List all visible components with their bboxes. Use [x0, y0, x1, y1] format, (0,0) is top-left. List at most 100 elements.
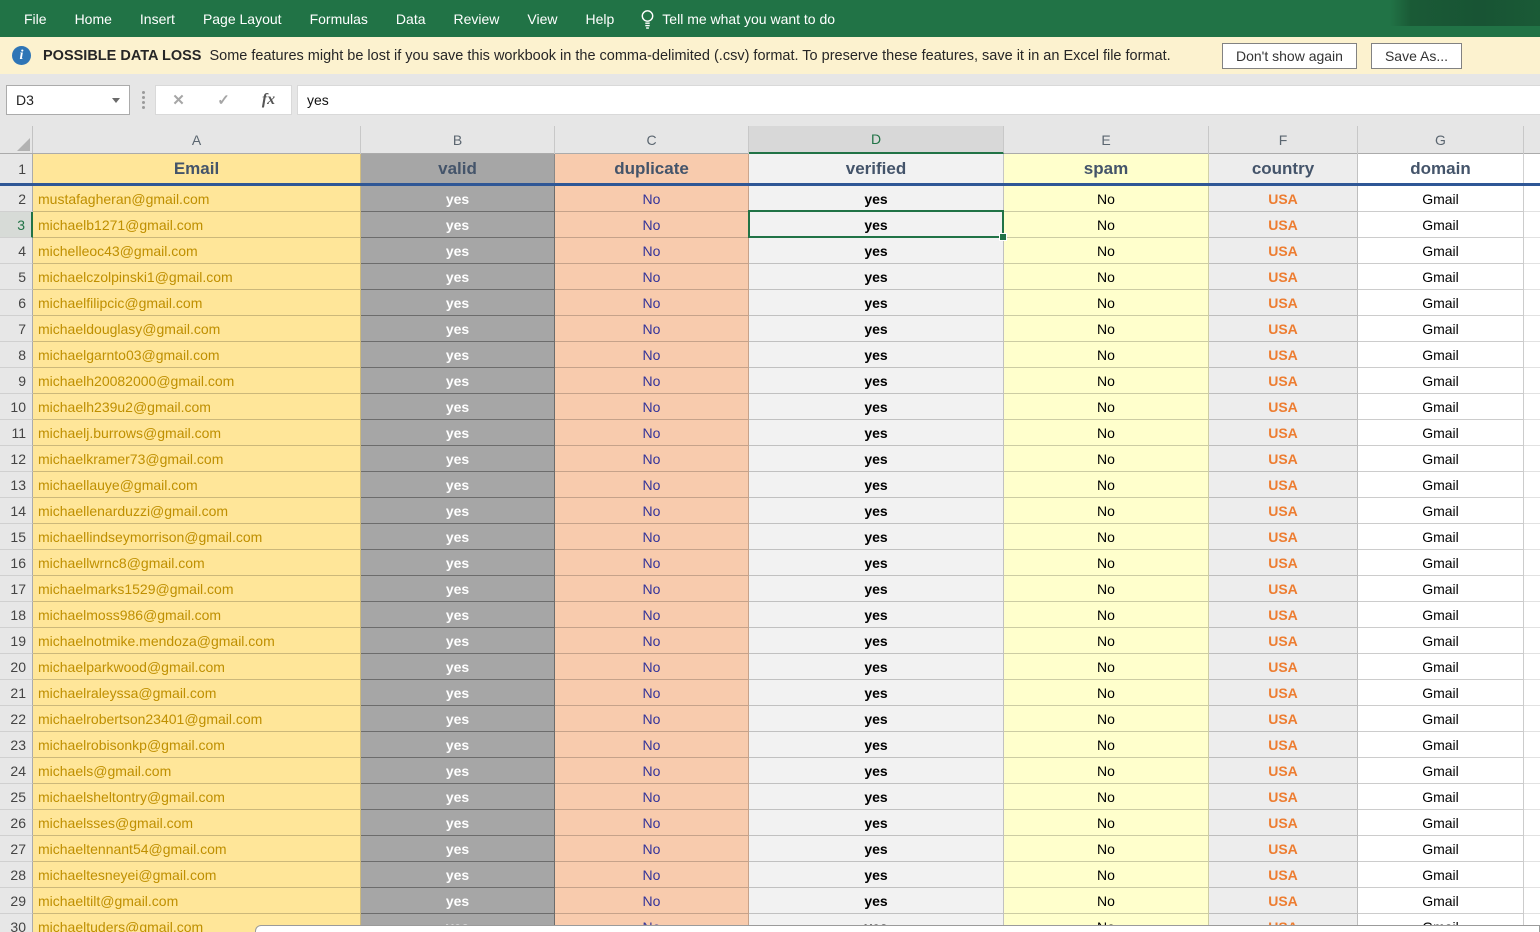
cell-spam[interactable]: No	[1004, 264, 1209, 290]
cell-domain[interactable]: Gmail	[1358, 680, 1524, 706]
cell-duplicate[interactable]: No	[555, 862, 749, 888]
cell-email[interactable]: michaelkramer73@gmail.com	[33, 446, 361, 472]
cell-email[interactable]: michaelrobisonkp@gmail.com	[33, 732, 361, 758]
menu-item-formulas[interactable]: Formulas	[296, 0, 382, 37]
cell-spam[interactable]: No	[1004, 550, 1209, 576]
cell-domain[interactable]: Gmail	[1358, 316, 1524, 342]
cell-spam[interactable]: No	[1004, 810, 1209, 836]
cell-duplicate[interactable]: No	[555, 238, 749, 264]
cell-email[interactable]: michaelh239u2@gmail.com	[33, 394, 361, 420]
cell-email[interactable]: michaeltilt@gmail.com	[33, 888, 361, 914]
menu-item-data[interactable]: Data	[382, 0, 440, 37]
cell-spam[interactable]: No	[1004, 524, 1209, 550]
cell-email[interactable]: michaelgarnto03@gmail.com	[33, 342, 361, 368]
cell-duplicate[interactable]: No	[555, 316, 749, 342]
formula-input[interactable]: yes	[297, 85, 1540, 115]
column-letter-e[interactable]: E	[1004, 126, 1209, 154]
cell-verified[interactable]: yes	[749, 186, 1004, 212]
cell-duplicate[interactable]: No	[555, 472, 749, 498]
cell-country[interactable]: USA	[1209, 524, 1358, 550]
cell-spam[interactable]: No	[1004, 446, 1209, 472]
header-cell-country[interactable]: country	[1209, 154, 1358, 183]
row-number[interactable]: 20	[0, 654, 33, 680]
insert-function-icon[interactable]: fx	[246, 91, 291, 109]
row-number[interactable]: 9	[0, 368, 33, 394]
cell-email[interactable]: michaelnotmike.mendoza@gmail.com	[33, 628, 361, 654]
cell-valid[interactable]: yes	[361, 290, 555, 316]
cell-country[interactable]: USA	[1209, 238, 1358, 264]
row-number[interactable]: 26	[0, 810, 33, 836]
cell-verified[interactable]: yes	[749, 732, 1004, 758]
cell-verified[interactable]: yes	[749, 472, 1004, 498]
cell-duplicate[interactable]: No	[555, 498, 749, 524]
cell-country[interactable]: USA	[1209, 758, 1358, 784]
cell-verified[interactable]: yes	[749, 836, 1004, 862]
row-number[interactable]: 24	[0, 758, 33, 784]
cell-duplicate[interactable]: No	[555, 212, 749, 238]
cell-verified[interactable]: yes	[749, 316, 1004, 342]
cell-email[interactable]: michaelmarks1529@gmail.com	[33, 576, 361, 602]
cell-spam[interactable]: No	[1004, 862, 1209, 888]
cell-valid[interactable]: yes	[361, 888, 555, 914]
cell-email[interactable]: michaels@gmail.com	[33, 758, 361, 784]
cell-spam[interactable]: No	[1004, 602, 1209, 628]
cell-email[interactable]: michaelmoss986@gmail.com	[33, 602, 361, 628]
cell-country[interactable]: USA	[1209, 732, 1358, 758]
cell-spam[interactable]: No	[1004, 316, 1209, 342]
cell-verified[interactable]: yes	[749, 810, 1004, 836]
cell-email[interactable]: michaelsses@gmail.com	[33, 810, 361, 836]
menu-item-view[interactable]: View	[513, 0, 571, 37]
cell-verified[interactable]: yes	[749, 706, 1004, 732]
cell-valid[interactable]: yes	[361, 602, 555, 628]
cell-country[interactable]: USA	[1209, 680, 1358, 706]
cell-verified[interactable]: yes	[749, 784, 1004, 810]
row-number[interactable]: 25	[0, 784, 33, 810]
cell-email[interactable]: michaelj.burrows@gmail.com	[33, 420, 361, 446]
cell-spam[interactable]: No	[1004, 420, 1209, 446]
cell-country[interactable]: USA	[1209, 342, 1358, 368]
cell-valid[interactable]: yes	[361, 654, 555, 680]
column-letter-b[interactable]: B	[361, 126, 555, 154]
cell-verified[interactable]: yes	[749, 654, 1004, 680]
row-number[interactable]: 7	[0, 316, 33, 342]
cell-spam[interactable]: No	[1004, 758, 1209, 784]
cell-email[interactable]: mustafagheran@gmail.com	[33, 186, 361, 212]
cell-domain[interactable]: Gmail	[1358, 706, 1524, 732]
cell-duplicate[interactable]: No	[555, 264, 749, 290]
cell-valid[interactable]: yes	[361, 498, 555, 524]
dont-show-again-button[interactable]: Don't show again	[1222, 43, 1357, 69]
menu-item-insert[interactable]: Insert	[126, 0, 189, 37]
cell-spam[interactable]: No	[1004, 680, 1209, 706]
cell-verified[interactable]: yes	[749, 888, 1004, 914]
cell-duplicate[interactable]: No	[555, 368, 749, 394]
column-letter-d[interactable]: D	[749, 126, 1004, 154]
row-number[interactable]: 2	[0, 186, 33, 212]
cell-email[interactable]: michaellwrnc8@gmail.com	[33, 550, 361, 576]
cell-duplicate[interactable]: No	[555, 576, 749, 602]
row-number[interactable]: 12	[0, 446, 33, 472]
select-all-corner[interactable]	[0, 126, 33, 153]
cell-valid[interactable]: yes	[361, 524, 555, 550]
cell-spam[interactable]: No	[1004, 706, 1209, 732]
row-number[interactable]: 30	[0, 914, 33, 932]
column-letter-c[interactable]: C	[555, 126, 749, 154]
cell-valid[interactable]: yes	[361, 576, 555, 602]
cell-domain[interactable]: Gmail	[1358, 524, 1524, 550]
cell-valid[interactable]: yes	[361, 394, 555, 420]
cell-duplicate[interactable]: No	[555, 706, 749, 732]
header-cell-email[interactable]: Email	[33, 154, 361, 183]
row-number[interactable]: 23	[0, 732, 33, 758]
cell-country[interactable]: USA	[1209, 446, 1358, 472]
cell-valid[interactable]: yes	[361, 836, 555, 862]
cell-spam[interactable]: No	[1004, 186, 1209, 212]
cell-verified[interactable]: yes	[749, 550, 1004, 576]
row-number[interactable]: 1	[0, 154, 33, 183]
cell-duplicate[interactable]: No	[555, 186, 749, 212]
row-number[interactable]: 14	[0, 498, 33, 524]
cell-domain[interactable]: Gmail	[1358, 446, 1524, 472]
column-letter-g[interactable]: G	[1358, 126, 1524, 154]
cell-verified[interactable]: yes	[749, 264, 1004, 290]
cell-domain[interactable]: Gmail	[1358, 628, 1524, 654]
tell-me-box[interactable]: Tell me what you want to do	[628, 0, 847, 37]
cell-spam[interactable]: No	[1004, 628, 1209, 654]
